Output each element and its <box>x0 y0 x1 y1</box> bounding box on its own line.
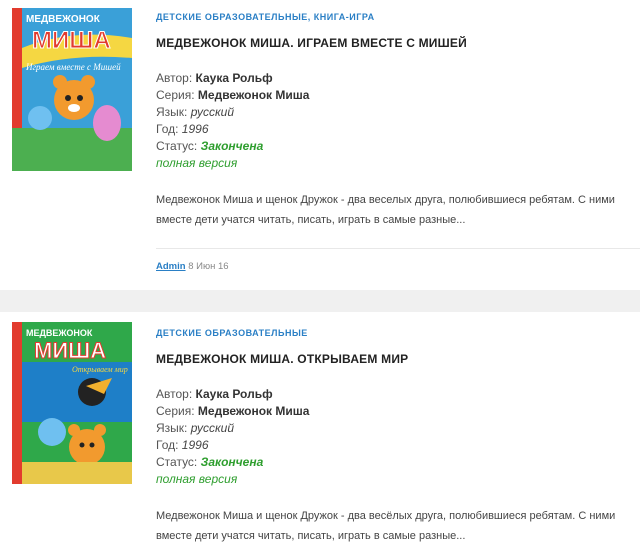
meta-value: Медвежонок Миша <box>197 88 310 102</box>
book-cover-image[interactable]: МЕДВЕЖОНОК МИША Открываем мир <box>12 322 132 484</box>
category-link[interactable]: ДЕТСКИЕ ОБРАЗОВАТЕЛЬНЫЕ <box>156 328 308 338</box>
meta-year: Год: 1996 <box>156 121 640 138</box>
meta-author: Автор: Каука Рольф <box>156 70 640 87</box>
cover-illustration: МЕДВЕЖОНОК МИША Открываем мир <box>12 322 132 484</box>
post-excerpt: Медвежонок Миша и щенок Дружок - два вес… <box>156 510 616 542</box>
meta-value: русский <box>190 105 235 119</box>
status-value: Закончена <box>200 455 264 469</box>
cover-illustration: МЕДВЕЖОНОК МИША Играем вместе с Мишей <box>12 8 132 171</box>
meta-value: 1996 <box>181 122 209 136</box>
post-date: 8 Июн 16 <box>188 261 229 272</box>
svg-text:МЕДВЕЖОНОК: МЕДВЕЖОНОК <box>26 328 93 338</box>
meta-value: 1996 <box>181 438 209 452</box>
meta-status: Статус: Закончена <box>156 454 640 471</box>
post-footer: Admin 8 Июн 16 <box>156 261 640 272</box>
svg-text:МИША: МИША <box>34 338 106 363</box>
meta-language: Язык: русский <box>156 420 640 437</box>
book-cover-image[interactable]: МЕДВЕЖОНОК МИША Играем вместе с Мишей <box>12 8 132 171</box>
post-title[interactable]: МЕДВЕЖОНОК МИША. ОТКРЫВАЕМ МИР <box>156 352 640 366</box>
meta-year: Год: 1996 <box>156 437 640 454</box>
meta-label: Статус: <box>156 455 198 469</box>
meta-label: Год: <box>156 438 179 452</box>
meta-label: Статус: <box>156 139 198 153</box>
category-link[interactable]: ДЕТСКИЕ ОБРАЗОВАТЕЛЬНЫЕ <box>156 12 308 22</box>
meta-series: Серия: Медвежонок Миша <box>156 403 640 420</box>
meta-label: Язык: <box>156 105 188 119</box>
post-categories: ДЕТСКИЕ ОБРАЗОВАТЕЛЬНЫЕ, КНИГА-ИГРА <box>156 12 640 22</box>
post-card: МЕДВЕЖОНОК МИША Играем вместе с Мишей ДЕ… <box>0 0 640 290</box>
post-title[interactable]: МЕДВЕЖОНОК МИША. ИГРАЕМ ВМЕСТЕ С МИШЕЙ <box>156 36 640 50</box>
meta-author: Автор: Каука Рольф <box>156 386 640 403</box>
svg-text:Играем вместе с Мишей: Играем вместе с Мишей <box>25 62 121 72</box>
meta-label: Год: <box>156 122 179 136</box>
book-meta: Автор: Каука Рольф Серия: Медвежонок Миш… <box>156 386 640 488</box>
version-note: полная версия <box>156 156 238 170</box>
svg-text:МИША: МИША <box>32 27 111 54</box>
meta-label: Автор: <box>156 71 193 85</box>
svg-text:МЕДВЕЖОНОК: МЕДВЕЖОНОК <box>26 14 101 25</box>
post-categories: ДЕТСКИЕ ОБРАЗОВАТЕЛЬНЫЕ <box>156 328 640 338</box>
book-meta: Автор: Каука Рольф Серия: Медвежонок Миш… <box>156 70 640 172</box>
meta-label: Серия: <box>156 88 195 102</box>
meta-value: Каука Рольф <box>195 71 273 85</box>
meta-label: Язык: <box>156 421 188 435</box>
meta-value: русский <box>190 421 235 435</box>
divider <box>156 248 640 249</box>
svg-text:Открываем мир: Открываем мир <box>72 365 128 374</box>
version-note: полная версия <box>156 472 238 486</box>
status-value: Закончена <box>200 139 264 153</box>
meta-label: Серия: <box>156 404 195 418</box>
category-link[interactable]: КНИГА-ИГРА <box>314 12 375 22</box>
post-excerpt: Медвежонок Миша и щенок Дружок - два вес… <box>156 194 615 226</box>
meta-label: Автор: <box>156 387 193 401</box>
meta-series: Серия: Медвежонок Миша <box>156 87 640 104</box>
meta-status: Статус: Закончена <box>156 138 640 155</box>
meta-language: Язык: русский <box>156 104 640 121</box>
meta-value: Медвежонок Миша <box>197 404 310 418</box>
meta-value: Каука Рольф <box>195 387 273 401</box>
post-card: МЕДВЕЖОНОК МИША Открываем мир ДЕТСКИЕ ОБ… <box>0 312 640 552</box>
post-author-link[interactable]: Admin <box>156 261 186 272</box>
